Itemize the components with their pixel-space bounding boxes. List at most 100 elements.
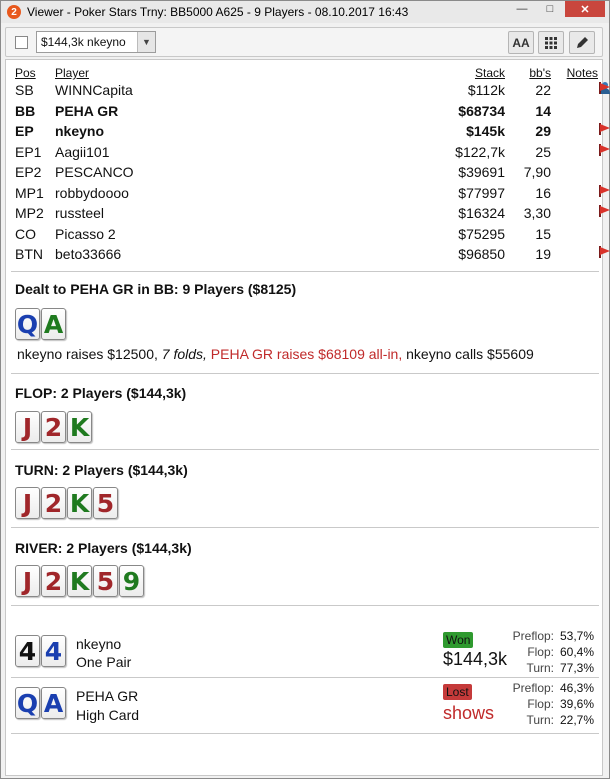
col-player[interactable]: Player <box>55 66 89 80</box>
player-bbs: 7,90 <box>523 164 551 180</box>
note-flag-icon[interactable] <box>598 123 610 135</box>
divider <box>11 677 599 678</box>
player-name: nkeyno <box>55 123 105 139</box>
equity-row: Turn: 22,7% <box>496 713 594 729</box>
chevron-down-icon[interactable]: ▼ <box>137 32 155 52</box>
divider <box>11 271 599 272</box>
player-row[interactable]: EP1 Aagii101 $122,7k 25 <box>6 143 610 164</box>
playing-card: 4 <box>41 635 66 667</box>
preflop-actions: nkeyno raises $12500, 7 folds, PEHA GR r… <box>17 346 534 362</box>
hero-cards: QA <box>15 308 66 340</box>
playing-card: K <box>67 487 92 519</box>
equity-value: 39,6% <box>559 697 594 711</box>
player-stack: $68734 <box>458 102 505 119</box>
playing-card: 9 <box>119 565 144 597</box>
playing-card: J <box>15 487 40 519</box>
divider <box>11 373 599 374</box>
player-pos: EP1 <box>15 143 42 160</box>
player-stack: $112k <box>467 82 505 98</box>
player-bbs: 19 <box>535 246 551 262</box>
font-size-button[interactable]: AA <box>508 31 534 54</box>
player-name: beto33666 <box>55 246 122 262</box>
river-heading: RIVER: 2 Players ($144,3k) <box>15 540 192 556</box>
equity-row: Flop: 60,4% <box>496 645 594 661</box>
player-pos: SB <box>15 82 34 98</box>
maximize-button[interactable]: □ <box>537 1 563 17</box>
player-name: PEHA GR <box>55 102 119 119</box>
player-pos: EP <box>15 123 34 139</box>
select-checkbox[interactable] <box>15 36 28 49</box>
note-flag-icon[interactable] <box>598 184 610 197</box>
equity-value: 77,3% <box>559 661 594 675</box>
equity-street: Turn: <box>526 713 554 727</box>
title-bar[interactable]: 2 Viewer - Poker Stars Trny: BB5000 A625… <box>1 1 609 23</box>
hand-content: Pos Player Stack bb's Notes SB WINNCapita… <box>5 59 610 776</box>
playing-card: J <box>15 565 40 597</box>
player-name: PESCANCO <box>55 164 134 180</box>
equity-street: Preflop: <box>512 681 554 695</box>
player-row[interactable]: EP2 PESCANCO $39691 7,90 <box>6 164 602 184</box>
player-name: Picasso 2 <box>55 225 116 242</box>
col-notes[interactable]: Notes <box>567 66 598 80</box>
player-stack: $77997 <box>458 184 505 201</box>
col-bbs[interactable]: bb's <box>529 66 551 80</box>
player-name: russteel <box>55 205 105 221</box>
player-name: Aagii101 <box>55 143 110 160</box>
player-row[interactable]: BB PEHA GR $68734 14 <box>6 103 602 123</box>
note-flag-icon[interactable] <box>598 205 610 217</box>
equity-row: Turn: 77,3% <box>496 661 594 677</box>
playing-card: K <box>67 411 92 443</box>
close-button[interactable]: ✕ <box>565 1 605 17</box>
player-name: robbydoooo <box>55 184 129 201</box>
playing-card: A <box>41 687 66 719</box>
player-pos: MP2 <box>15 205 44 221</box>
player-pos: MP1 <box>15 184 44 201</box>
player-bbs: 22 <box>535 82 551 98</box>
player-row[interactable]: CO Picasso 2 $75295 15 <box>6 226 602 246</box>
player-row[interactable]: SB WINNCapita $112k 22 <box>6 82 610 102</box>
player-stack: $39691 <box>458 164 505 180</box>
action-allin: PEHA GR raises $68109 all-in, <box>210 346 403 362</box>
player-stack: $16324 <box>458 205 505 221</box>
playing-card: 2 <box>41 487 66 519</box>
col-stack[interactable]: Stack <box>475 66 505 80</box>
minimize-button[interactable]: — <box>509 1 535 17</box>
playing-card: Q <box>15 308 40 340</box>
player-row[interactable]: MP2 russteel $16324 3,30 <box>6 205 610 225</box>
player-pos: EP2 <box>15 164 42 180</box>
equity-value: 53,7% <box>559 629 594 643</box>
toolbar: $144,3k nkeyno ▼ AA <box>5 27 603 57</box>
viewer-window: 2 Viewer - Poker Stars Trny: BB5000 A625… <box>0 0 610 779</box>
playing-card: J <box>15 411 40 443</box>
edit-button[interactable] <box>569 31 595 54</box>
playing-card: A <box>41 308 66 340</box>
player-stack: $96850 <box>458 246 505 262</box>
loser-hand: High Card <box>76 707 140 723</box>
col-pos[interactable]: Pos <box>15 66 36 80</box>
note-flag-icon[interactable] <box>598 82 610 94</box>
loser-cards: QA <box>15 687 66 719</box>
app-icon: 2 <box>7 5 21 19</box>
player-row[interactable]: EP nkeyno $145k 29 <box>6 123 610 143</box>
note-flag-icon[interactable] <box>598 143 610 156</box>
equity-value: 46,3% <box>559 681 594 695</box>
player-row[interactable]: MP1 robbydoooo $77997 16 <box>6 184 610 205</box>
playing-card: 5 <box>93 487 118 519</box>
equity-street: Flop: <box>527 697 554 711</box>
player-row[interactable]: BTN beto33666 $96850 19 <box>6 246 610 266</box>
divider <box>11 449 599 450</box>
note-flag-icon[interactable] <box>598 246 610 258</box>
playing-card: 2 <box>41 411 66 443</box>
grid-button[interactable] <box>538 31 564 54</box>
loser-shows: shows <box>443 703 495 723</box>
action-folds: 7 folds, <box>161 346 207 362</box>
won-badge: Won <box>443 632 474 648</box>
flop-cards: J2K <box>15 411 92 443</box>
player-bbs: 25 <box>535 143 551 160</box>
player-pos: BTN <box>15 246 43 262</box>
player-stack: $122,7k <box>455 143 505 160</box>
winner-hand: One Pair <box>76 654 132 670</box>
playing-card: K <box>67 565 92 597</box>
equity-value: 22,7% <box>559 713 594 727</box>
hand-select[interactable]: $144,3k nkeyno ▼ <box>36 31 156 53</box>
